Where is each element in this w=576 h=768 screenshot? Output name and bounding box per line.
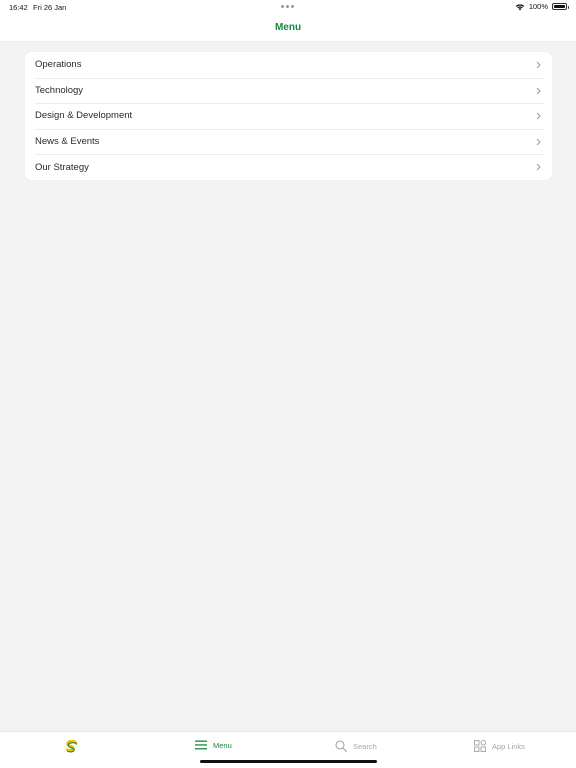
tab-menu[interactable]: Menu [195, 740, 232, 750]
menu-item-operations[interactable]: Operations [25, 52, 552, 78]
chevron-right-icon [536, 164, 541, 171]
tab-search-label: Search [353, 741, 377, 751]
search-icon [335, 740, 347, 752]
battery-icon [552, 3, 569, 10]
chevron-right-icon [536, 138, 541, 146]
status-time: 16:42 [9, 3, 28, 12]
navigation-header: Menu [0, 14, 576, 42]
chevron-right-icon [536, 61, 541, 69]
wifi-icon [515, 3, 525, 10]
status-indicators: 100% [515, 2, 569, 11]
tab-home[interactable] [65, 740, 78, 754]
menu-list: Operations Technology Design & Developme… [25, 52, 552, 180]
battery-percentage: 100% [528, 2, 548, 11]
subway-logo-icon [65, 740, 78, 753]
multitasking-dots-icon[interactable] [281, 5, 294, 8]
menu-item-our-strategy[interactable]: Our Strategy [25, 154, 552, 180]
menu-item-label: News & Events [35, 136, 100, 148]
home-indicator[interactable] [200, 760, 377, 763]
tab-app-links-label: App Links [492, 741, 525, 751]
chevron-right-icon [536, 87, 541, 94]
app-links-icon [474, 740, 486, 752]
menu-item-label: Design & Development [35, 110, 133, 122]
menu-item-technology[interactable]: Technology [25, 77, 552, 104]
tab-search[interactable]: Search [335, 740, 377, 752]
tab-menu-label: Menu [213, 740, 232, 750]
status-bar: 16:42 Fri 26 Jan 100% [0, 0, 576, 14]
hamburger-menu-icon [195, 740, 207, 750]
menu-item-label: Operations [35, 59, 82, 71]
status-date: Fri 26 Jan [33, 3, 67, 12]
menu-item-design-development[interactable]: Design & Development [25, 103, 552, 129]
menu-item-label: Technology [35, 84, 84, 96]
tab-app-links[interactable]: App Links [474, 740, 525, 752]
page-title: Menu [274, 22, 302, 33]
chevron-right-icon [536, 112, 541, 120]
app-screen: 16:42 Fri 26 Jan 100% Menu Operations Te… [0, 0, 576, 768]
menu-item-label: Our Strategy [35, 161, 89, 173]
menu-item-news-events[interactable]: News & Events [25, 128, 552, 155]
